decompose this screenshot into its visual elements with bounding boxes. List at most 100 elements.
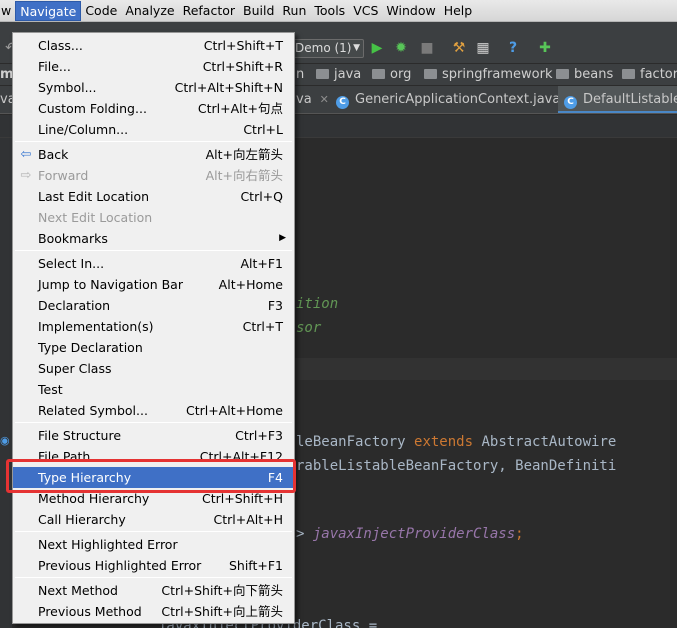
menu-item-label: File Path	[38, 449, 91, 464]
run-configuration-select[interactable]: Demo (1) ▼	[292, 39, 364, 58]
menu-tools[interactable]: Tools	[310, 1, 349, 21]
menu-item-shortcut: Ctrl+T	[242, 319, 283, 334]
menu-item-label: Call Hierarchy	[38, 512, 126, 527]
menu-help[interactable]: Help	[440, 1, 477, 21]
breadcrumb-org[interactable]: org	[372, 66, 411, 84]
menu-item-file[interactable]: File... Ctrl+Shift+R	[13, 56, 294, 77]
tab-default-listable-bean-factory[interactable]: CDefaultListableB	[558, 86, 677, 113]
menu-item-shortcut: Ctrl+Alt+H	[213, 512, 283, 527]
code-line: leBeanFactory extends AbstractAutowire	[296, 434, 617, 450]
menu-item-next-highlighted-error[interactable]: Next Highlighted Error	[13, 534, 294, 555]
code-line: rableListableBeanFactory, BeanDefiniti	[296, 458, 617, 474]
menu-item-shortcut: Ctrl+Alt+F12	[199, 449, 283, 464]
menu-item-shortcut: Ctrl+Alt+句点	[197, 101, 283, 116]
menu-item-label: Symbol...	[38, 80, 97, 95]
menu-item-label: Declaration	[38, 298, 111, 313]
menu-analyze[interactable]: Analyze	[121, 1, 178, 21]
menu-divider	[15, 531, 292, 532]
menu-item-last-edit-location[interactable]: Last Edit Location Ctrl+Q	[13, 186, 294, 207]
menu-item-related-symbol[interactable]: Related Symbol... Ctrl+Alt+Home	[13, 400, 294, 421]
menu-item-label: Next Method	[38, 583, 118, 598]
menu-item-custom-folding[interactable]: Custom Folding... Ctrl+Alt+句点	[13, 98, 294, 119]
folder-icon	[622, 69, 635, 79]
menu-run[interactable]: Run	[278, 1, 310, 21]
menu-item-label: Custom Folding...	[38, 101, 147, 116]
plugin-icon[interactable]: ✚	[536, 39, 554, 57]
menu-item-label: Previous Method	[38, 604, 142, 619]
menu-item-next-method[interactable]: Next Method Ctrl+Shift+向下箭头	[13, 580, 294, 601]
menu-item-shortcut: Ctrl+Shift+T	[203, 38, 283, 53]
menu-item-shortcut: Ctrl+Alt+Home	[185, 403, 283, 418]
menu-item-previous-highlighted-error[interactable]: Previous Highlighted Error Shift+F1	[13, 555, 294, 576]
menu-item-shortcut: Alt+向右箭头	[205, 168, 283, 183]
stop-icon[interactable]: ■	[418, 39, 436, 57]
menu-item-file-structure[interactable]: File Structure Ctrl+F3	[13, 425, 294, 446]
menu-window[interactable]: Window	[382, 1, 439, 21]
menu-item-previous-method[interactable]: Previous Method Ctrl+Shift+向上箭头	[13, 601, 294, 622]
menu-item-label: File Structure	[38, 428, 122, 443]
debug-icon[interactable]: ✹	[392, 39, 410, 57]
menu-build[interactable]: Build	[239, 1, 278, 21]
menu-navigate[interactable]: Navigate	[15, 0, 82, 21]
menu-item-label: Method Hierarchy	[38, 491, 150, 506]
menu-code[interactable]: Code	[81, 1, 121, 21]
menu-item-label: Type Declaration	[38, 340, 143, 355]
menu-item-type-declaration[interactable]: Type Declaration	[13, 337, 294, 358]
menu-item-class[interactable]: Class... Ctrl+Shift+T	[13, 35, 294, 56]
menu-item-super-class[interactable]: Super Class	[13, 358, 294, 379]
menu-item-back[interactable]: ⇦ Back Alt+向左箭头	[13, 144, 294, 165]
code-comment-line: ition	[296, 296, 339, 312]
project-structure-icon[interactable]: ⚒	[450, 39, 468, 57]
breadcrumb-beans[interactable]: beans	[556, 66, 613, 84]
menu-item-label: Previous Highlighted Error	[38, 558, 202, 573]
menu-item-label: Super Class	[38, 361, 112, 376]
menu-item-declaration[interactable]: Declaration F3	[13, 295, 294, 316]
implemented-gutter-icon[interactable]: ◉	[0, 434, 12, 447]
menu-item-implementation-s[interactable]: Implementation(s) Ctrl+T	[13, 316, 294, 337]
menu-item-symbol[interactable]: Symbol... Ctrl+Alt+Shift+N	[13, 77, 294, 98]
sdk-manager-icon[interactable]: ▦	[474, 39, 492, 57]
menu-item-shortcut: Ctrl+Shift+向下箭头	[161, 583, 283, 598]
folder-icon	[424, 69, 437, 79]
menu-bar: w Navigate Code Analyze Refactor Build R…	[0, 0, 677, 22]
menu-item-forward[interactable]: ⇨ Forward Alt+向右箭头	[13, 165, 294, 186]
menu-item-bookmarks[interactable]: Bookmarks ▶	[13, 228, 294, 249]
menu-refactor[interactable]: Refactor	[179, 1, 239, 21]
menu-item-shortcut: Alt+F1	[240, 256, 283, 271]
chevron-down-icon: ▼	[353, 43, 360, 53]
menu-item-method-hierarchy[interactable]: Method Hierarchy Ctrl+Shift+H	[13, 488, 294, 509]
menu-item-call-hierarchy[interactable]: Call Hierarchy Ctrl+Alt+H	[13, 509, 294, 530]
menu-item-next-edit-location[interactable]: Next Edit Location	[13, 207, 294, 228]
forward-arrow-icon: ⇨	[20, 168, 32, 183]
tab-2[interactable]: va ✕	[290, 86, 329, 113]
close-icon[interactable]: ✕	[320, 93, 329, 106]
class-icon: C	[564, 96, 577, 109]
help-icon[interactable]: ?	[504, 39, 522, 57]
menu-item-file-path[interactable]: File Path Ctrl+Alt+F12	[13, 446, 294, 467]
menu-item-shortcut: Ctrl+Alt+Shift+N	[174, 80, 283, 95]
tab-generic-application-context[interactable]: CGenericApplicationContext.java✕	[330, 86, 578, 113]
folder-icon	[556, 69, 569, 79]
menu-item-label: Bookmarks	[38, 231, 108, 246]
menu-item-line-column[interactable]: Line/Column... Ctrl+L	[13, 119, 294, 140]
navigate-menu: Class... Ctrl+Shift+T File... Ctrl+Shift+R S…	[12, 32, 295, 624]
menu-item-shortcut: Ctrl+L	[243, 122, 283, 137]
menu-item-label: Line/Column...	[38, 122, 129, 137]
menu-vcs[interactable]: VCS	[349, 1, 382, 21]
menu-item-test[interactable]: Test	[13, 379, 294, 400]
breadcrumb-factory[interactable]: factory	[622, 66, 677, 84]
menu-item-jump-to-navigation-bar[interactable]: Jump to Navigation Bar Alt+Home	[13, 274, 294, 295]
code-comment-line: sor	[296, 320, 322, 336]
menu-view[interactable]: w	[0, 1, 15, 21]
menu-item-select-in[interactable]: Select In... Alt+F1	[13, 253, 294, 274]
menu-item-shortcut: F4	[267, 470, 283, 485]
run-icon[interactable]: ▶	[368, 39, 386, 57]
menu-item-shortcut: Alt+Home	[218, 277, 283, 292]
breadcrumb-main[interactable]: n	[296, 66, 304, 84]
menu-item-label: Implementation(s)	[38, 319, 154, 334]
menu-item-type-hierarchy[interactable]: Type Hierarchy F4	[13, 467, 294, 488]
menu-item-shortcut: Ctrl+F3	[235, 428, 283, 443]
breadcrumb-java[interactable]: java	[316, 66, 361, 84]
breadcrumb-springframework[interactable]: springframework	[424, 66, 552, 84]
menu-item-shortcut: Ctrl+Shift+R	[202, 59, 283, 74]
